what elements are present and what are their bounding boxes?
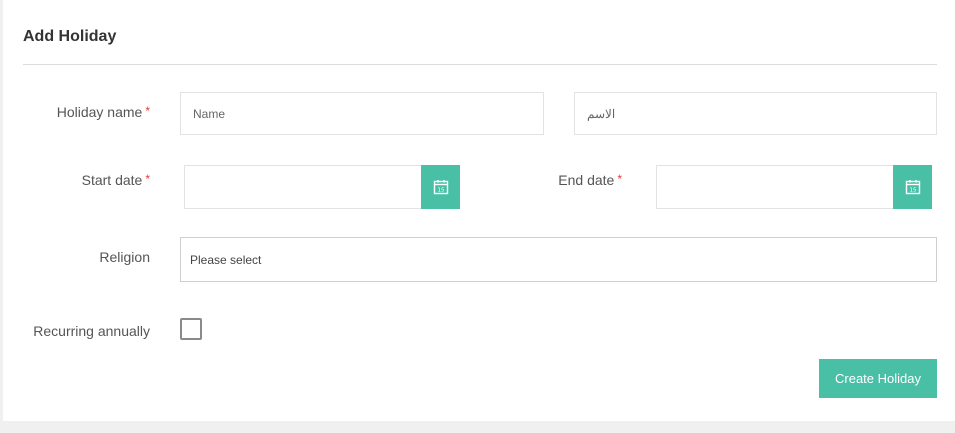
required-mark: * bbox=[617, 172, 622, 186]
holiday-name-label-wrap: Holiday name * bbox=[23, 104, 150, 120]
calendar-day: 15 bbox=[909, 188, 916, 194]
end-date-input[interactable] bbox=[656, 165, 894, 209]
create-holiday-button[interactable]: Create Holiday bbox=[819, 359, 937, 398]
start-date-label: Start date bbox=[81, 172, 143, 188]
start-date-label-wrap: Start date * bbox=[23, 172, 150, 188]
holiday-name-label: Holiday name bbox=[56, 104, 143, 120]
holiday-name-arabic-input[interactable]: الاسم bbox=[574, 92, 937, 135]
page-title: Add Holiday bbox=[23, 28, 117, 45]
holiday-name-input[interactable]: Name bbox=[180, 92, 544, 135]
holiday-name-arabic-placeholder: الاسم bbox=[587, 106, 616, 121]
religion-selected-value: Please select bbox=[190, 252, 262, 267]
start-date-calendar-button[interactable]: 15 bbox=[421, 165, 460, 209]
end-date-label: End date bbox=[558, 172, 615, 188]
religion-label: Religion bbox=[99, 249, 150, 265]
end-date-label-wrap: End date * bbox=[533, 172, 622, 188]
recurring-label: Recurring annually bbox=[33, 323, 150, 339]
end-date-calendar-button[interactable]: 15 bbox=[893, 165, 932, 209]
required-mark: * bbox=[145, 172, 150, 186]
required-mark: * bbox=[145, 104, 150, 118]
calendar-icon: 15 bbox=[905, 180, 920, 195]
calendar-icon: 15 bbox=[433, 180, 448, 195]
religion-select[interactable]: Please select bbox=[180, 237, 937, 282]
holiday-name-placeholder: Name bbox=[193, 106, 226, 121]
start-date-input[interactable] bbox=[184, 165, 422, 209]
title-divider bbox=[23, 64, 937, 65]
add-holiday-card: Add Holiday Holiday name * Name الاسم Sta… bbox=[3, 0, 955, 421]
calendar-day: 15 bbox=[437, 188, 444, 194]
recurring-checkbox[interactable] bbox=[180, 318, 202, 340]
